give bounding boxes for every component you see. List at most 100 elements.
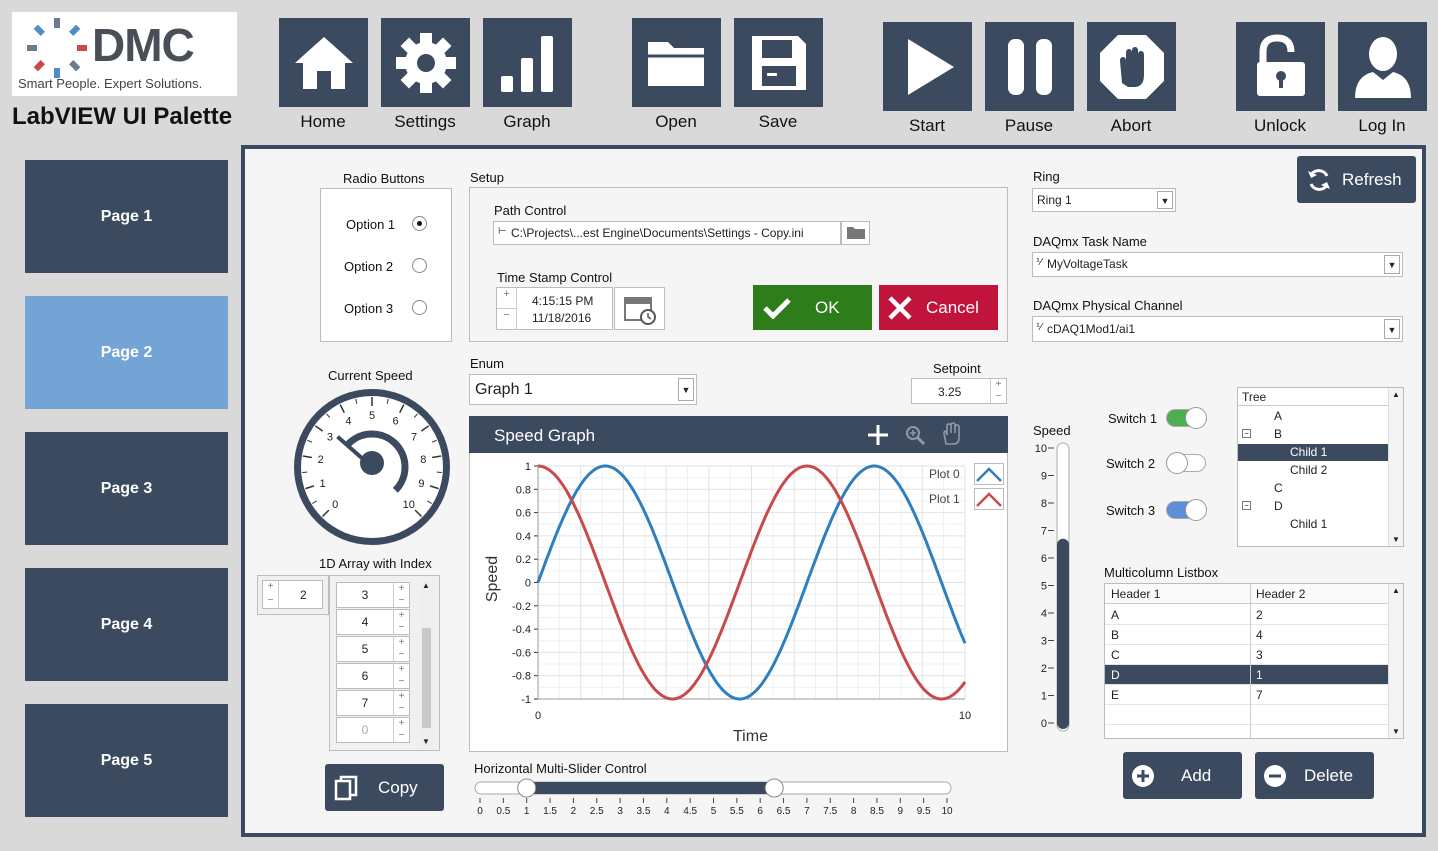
element-decrement[interactable]: − bbox=[393, 622, 409, 634]
enum-select[interactable]: Graph 1 ▼ bbox=[469, 374, 697, 405]
gauge-tick-label: 9 bbox=[418, 478, 424, 490]
array-element[interactable]: 3 + − bbox=[336, 582, 410, 608]
tree-item[interactable]: − D bbox=[1238, 498, 1388, 515]
speed-tick-label: 4 bbox=[1041, 608, 1047, 620]
sidebar-page-5[interactable]: Page 5 bbox=[25, 704, 228, 817]
table-row[interactable]: C3 bbox=[1105, 645, 1388, 665]
delete-button[interactable]: Delete bbox=[1255, 752, 1374, 799]
tree-item-label: B bbox=[1274, 427, 1283, 441]
multi-slider[interactable]: 0 0.5 1 1.5 2 2.5 3 3.5 4 4.5 5 5.5 6 6.5 7 7.5 8 8.5 9 9.5… bbox=[470, 776, 960, 822]
radio-option-1[interactable] bbox=[412, 216, 427, 231]
slider-knob-high[interactable] bbox=[764, 778, 784, 798]
zoom-icon[interactable] bbox=[904, 424, 926, 446]
element-increment[interactable]: + bbox=[393, 664, 409, 676]
browse-button[interactable] bbox=[841, 221, 870, 245]
toggle-switch[interactable] bbox=[1166, 452, 1206, 474]
array-element[interactable]: 6 + − bbox=[336, 663, 410, 689]
pause-button[interactable] bbox=[985, 22, 1074, 111]
radio-option-3[interactable] bbox=[412, 300, 427, 315]
element-decrement[interactable]: − bbox=[393, 649, 409, 661]
slider-knob-low[interactable] bbox=[517, 778, 537, 798]
multicolumn-listbox: Header 1 Header 2 A2B4C3D1E7 ▲ ▼ bbox=[1104, 583, 1404, 739]
tree-item[interactable]: Child 2 bbox=[1238, 462, 1388, 479]
daq-channel-select[interactable]: ⅟ cDAQ1Mod1/ai1 ▼ bbox=[1032, 316, 1403, 342]
abort-button[interactable] bbox=[1087, 22, 1176, 111]
calendar-button[interactable] bbox=[614, 287, 665, 330]
table-row[interactable] bbox=[1105, 705, 1388, 725]
array-element[interactable]: 0 + − bbox=[336, 717, 410, 743]
index-increment[interactable]: + bbox=[263, 581, 279, 595]
play-icon bbox=[907, 38, 954, 95]
tree-item[interactable]: Child 1 bbox=[1238, 516, 1388, 533]
tree-scrollbar[interactable]: ▲ ▼ bbox=[1388, 388, 1403, 546]
expand-toggle-icon[interactable]: − bbox=[1242, 501, 1251, 510]
path-input[interactable]: ⊢ C:\Projects\...est Engine\Documents\Se… bbox=[493, 221, 841, 245]
listbox-scrollbar[interactable]: ▲ ▼ bbox=[1388, 584, 1403, 738]
sidebar-page-4[interactable]: Page 4 bbox=[25, 568, 228, 681]
cancel-button[interactable]: Cancel bbox=[879, 285, 998, 330]
open-button[interactable] bbox=[632, 18, 721, 107]
timestamp-input[interactable]: + − 4:15:15 PM 11/18/2016 bbox=[496, 287, 613, 330]
table-row[interactable]: D1 bbox=[1105, 665, 1388, 685]
refresh-button[interactable]: Refresh bbox=[1297, 156, 1416, 203]
tree-item[interactable]: C bbox=[1238, 480, 1388, 497]
login-label: Log In bbox=[1358, 116, 1406, 135]
header-cell[interactable]: Header 1 bbox=[1111, 587, 1160, 601]
stop-hand-icon bbox=[1099, 34, 1164, 99]
array-element[interactable]: 7 + − bbox=[336, 690, 410, 716]
pan-hand-icon[interactable] bbox=[941, 422, 963, 446]
tree-item[interactable]: Child 1 bbox=[1238, 444, 1388, 461]
speed-tick-label: 10 bbox=[1035, 443, 1047, 455]
graph-button[interactable] bbox=[483, 18, 572, 107]
crosshair-icon[interactable] bbox=[867, 424, 889, 446]
element-increment[interactable]: + bbox=[393, 583, 409, 595]
radio-option-2[interactable] bbox=[412, 258, 427, 273]
start-button[interactable] bbox=[883, 22, 972, 111]
timestamp-increment[interactable]: + bbox=[497, 288, 517, 309]
tree-item[interactable]: − B bbox=[1238, 426, 1388, 443]
sidebar-page-3[interactable]: Page 3 bbox=[25, 432, 228, 545]
element-decrement[interactable]: − bbox=[393, 595, 409, 607]
toggle-switch[interactable] bbox=[1166, 499, 1207, 521]
add-button[interactable]: Add bbox=[1123, 752, 1242, 799]
save-button[interactable] bbox=[734, 18, 823, 107]
ok-button[interactable]: OK bbox=[753, 285, 872, 330]
slider-tick-label: 5 bbox=[711, 806, 717, 817]
setpoint-input[interactable]: 3.25 + − bbox=[911, 378, 1007, 404]
setpoint-increment[interactable]: + bbox=[990, 379, 1006, 391]
copy-button[interactable]: Copy bbox=[325, 764, 444, 811]
login-button[interactable] bbox=[1338, 22, 1427, 111]
array-element[interactable]: 5 + − bbox=[336, 636, 410, 662]
element-increment[interactable]: + bbox=[393, 691, 409, 703]
table-row[interactable]: E7 bbox=[1105, 685, 1388, 705]
ring-select[interactable]: Ring 1 ▼ bbox=[1032, 188, 1176, 212]
element-increment[interactable]: + bbox=[393, 718, 409, 730]
element-decrement[interactable]: − bbox=[393, 730, 409, 742]
timestamp-decrement[interactable]: − bbox=[497, 309, 517, 330]
array-scrollbar[interactable]: ▲ ▼ bbox=[420, 581, 433, 746]
element-decrement[interactable]: − bbox=[393, 676, 409, 688]
daq-task-label: DAQmx Task Name bbox=[1033, 234, 1147, 249]
element-increment[interactable]: + bbox=[393, 610, 409, 622]
array-index[interactable]: + − 2 bbox=[262, 580, 323, 609]
tree-item[interactable]: A bbox=[1238, 408, 1388, 425]
toggle-switch[interactable] bbox=[1166, 407, 1207, 429]
unlock-button[interactable] bbox=[1236, 22, 1325, 111]
legend-plot-1-swatch[interactable] bbox=[974, 488, 1004, 510]
index-decrement[interactable]: − bbox=[263, 595, 279, 609]
daq-task-select[interactable]: ⅟ MyVoltageTask ▼ bbox=[1032, 252, 1403, 277]
element-decrement[interactable]: − bbox=[393, 703, 409, 715]
table-row[interactable]: A2 bbox=[1105, 605, 1388, 625]
sidebar-page-2[interactable]: Page 2 bbox=[25, 296, 228, 409]
array-element[interactable]: 4 + − bbox=[336, 609, 410, 635]
home-button[interactable] bbox=[279, 18, 368, 107]
element-increment[interactable]: + bbox=[393, 637, 409, 649]
legend-plot-0-swatch[interactable] bbox=[974, 463, 1004, 485]
sidebar-page-1[interactable]: Page 1 bbox=[25, 160, 228, 273]
setpoint-decrement[interactable]: − bbox=[990, 391, 1006, 403]
settings-button[interactable] bbox=[381, 18, 470, 107]
table-row[interactable]: B4 bbox=[1105, 625, 1388, 645]
expand-toggle-icon[interactable]: − bbox=[1242, 429, 1251, 438]
header-cell[interactable]: Header 2 bbox=[1256, 587, 1305, 601]
array-element-value: 3 bbox=[361, 588, 369, 602]
